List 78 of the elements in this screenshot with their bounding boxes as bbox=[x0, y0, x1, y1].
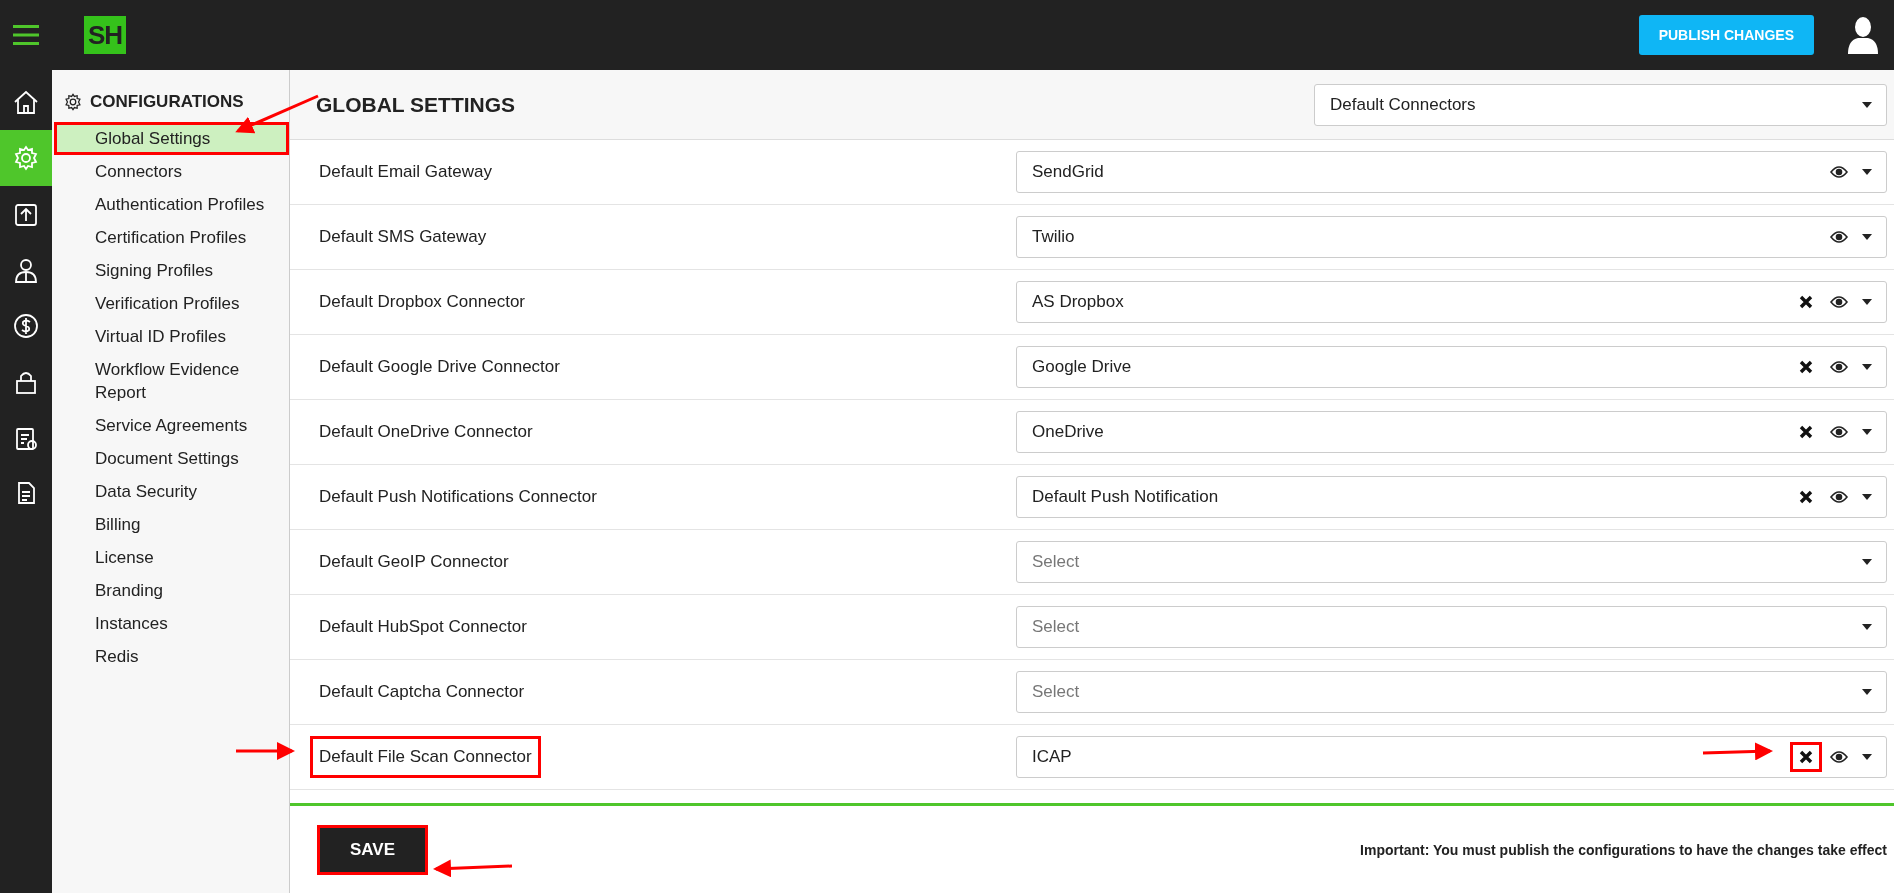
sidebar-item[interactable]: Data Security bbox=[54, 475, 289, 508]
eye-icon[interactable] bbox=[1830, 425, 1848, 439]
upload-icon bbox=[13, 201, 39, 227]
setting-label: Default SMS Gateway bbox=[318, 226, 488, 248]
sidebar-item[interactable]: Redis bbox=[54, 640, 289, 673]
eye-icon[interactable] bbox=[1830, 165, 1848, 179]
setting-label: Default Captcha Connector bbox=[318, 681, 526, 703]
caret-icon bbox=[1862, 101, 1872, 108]
connector-select[interactable]: SendGrid bbox=[1016, 151, 1887, 193]
setting-label: Default File Scan Connector bbox=[310, 736, 541, 778]
sidebar-item[interactable]: Document Settings bbox=[54, 442, 289, 475]
connector-select[interactable]: OneDrive bbox=[1016, 411, 1887, 453]
user-icon bbox=[13, 257, 39, 283]
x-icon bbox=[1799, 490, 1813, 504]
dollar-icon bbox=[13, 313, 39, 339]
settings-icon bbox=[13, 145, 39, 171]
caret-icon bbox=[1862, 299, 1872, 305]
connector-select[interactable]: Google Drive bbox=[1016, 346, 1887, 388]
setting-label: Default Dropbox Connector bbox=[318, 291, 526, 313]
caret-icon bbox=[1862, 689, 1872, 695]
sidebar-item[interactable]: Service Agreements bbox=[54, 409, 289, 442]
lock-icon bbox=[13, 369, 39, 395]
sidebar-item[interactable]: Workflow Evidence Report bbox=[54, 353, 289, 409]
caret-icon bbox=[1862, 494, 1872, 500]
x-icon bbox=[1799, 750, 1813, 764]
caret-icon bbox=[1862, 364, 1872, 370]
sidebar-item[interactable]: Certification Profiles bbox=[54, 221, 289, 254]
eye-icon[interactable] bbox=[1830, 750, 1848, 764]
setting-label: Default Push Notifications Connector bbox=[318, 486, 598, 508]
page-title: GLOBAL SETTINGS bbox=[316, 92, 516, 117]
caret-icon bbox=[1862, 559, 1872, 565]
annotation-arrow bbox=[1702, 742, 1773, 761]
sidebar-item[interactable]: Verification Profiles bbox=[54, 287, 289, 320]
category-select[interactable]: Default Connectors bbox=[1314, 83, 1887, 126]
eye-icon[interactable] bbox=[1830, 230, 1848, 244]
sidebar-item[interactable]: Branding bbox=[54, 574, 289, 607]
connector-select[interactable]: Twilio bbox=[1016, 216, 1887, 258]
sidebar-item[interactable]: Virtual ID Profiles bbox=[54, 320, 289, 353]
publish-notice: Important: You must publish the configurations to have the changes take effect bbox=[1360, 841, 1887, 858]
setting-label: Default GeoIP Connector bbox=[318, 551, 510, 573]
caret-icon bbox=[1862, 754, 1872, 760]
sidebar-item[interactable]: Instances bbox=[54, 607, 289, 640]
connector-select[interactable]: AS Dropbox bbox=[1016, 281, 1887, 323]
x-icon bbox=[1799, 295, 1813, 309]
annotation-arrow bbox=[236, 742, 295, 760]
sidebar-item[interactable]: Authentication Profiles bbox=[54, 188, 289, 221]
sidebar-item[interactable]: License bbox=[54, 541, 289, 574]
eye-icon[interactable] bbox=[1830, 360, 1848, 374]
sidebar-item[interactable]: Global Settings bbox=[54, 122, 289, 155]
connector-select[interactable]: Select bbox=[1016, 606, 1887, 648]
caret-icon bbox=[1862, 169, 1872, 175]
caret-icon bbox=[1862, 234, 1872, 240]
save-button[interactable]: SAVE bbox=[317, 824, 429, 875]
settings-icon bbox=[64, 93, 82, 111]
eye-icon[interactable] bbox=[1830, 295, 1848, 309]
setting-label: Default Email Gateway bbox=[318, 161, 493, 183]
setting-label: Default HubSpot Connector bbox=[318, 616, 528, 638]
x-icon bbox=[1799, 425, 1813, 439]
menu-icon[interactable] bbox=[13, 25, 39, 45]
avatar-icon[interactable] bbox=[1846, 16, 1880, 54]
setting-label: Default Google Drive Connector bbox=[318, 356, 561, 378]
clipboard-icon bbox=[13, 425, 39, 451]
connector-select[interactable]: ICAP bbox=[1016, 736, 1887, 778]
connector-select[interactable]: Select bbox=[1016, 541, 1887, 583]
home-icon bbox=[13, 89, 39, 115]
sidebar-item[interactable]: Billing bbox=[54, 508, 289, 541]
clear-button[interactable] bbox=[1790, 742, 1822, 772]
x-icon bbox=[1799, 360, 1813, 374]
connector-select[interactable]: Select bbox=[1016, 671, 1887, 713]
setting-label: Default OneDrive Connector bbox=[318, 421, 534, 443]
caret-icon bbox=[1862, 624, 1872, 630]
caret-icon bbox=[1862, 429, 1872, 435]
sidebar-item[interactable]: Connectors bbox=[54, 155, 289, 188]
connector-select[interactable]: Default Push Notification bbox=[1016, 476, 1887, 518]
logo: SH bbox=[84, 16, 127, 54]
sidebar-title: CONFIGURATIONS bbox=[90, 92, 244, 112]
sidebar-item[interactable]: Signing Profiles bbox=[54, 254, 289, 287]
eye-icon[interactable] bbox=[1830, 490, 1848, 504]
